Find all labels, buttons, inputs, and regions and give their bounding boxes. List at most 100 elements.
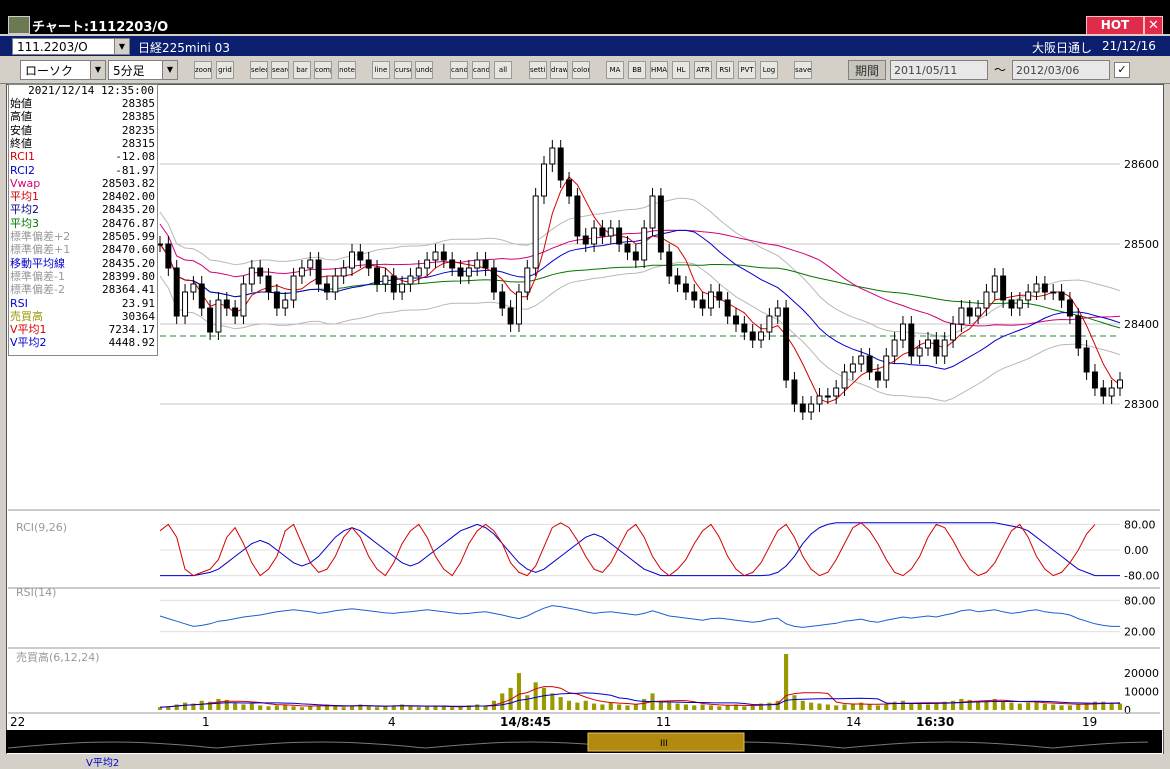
candle-body [849,363,856,373]
candle-body [1075,315,1082,349]
candle-body [716,291,723,301]
volume-bar [925,704,931,710]
volume-bar [834,705,839,710]
info-timestamp: 2021/12/14 12:35:00 [28,84,154,97]
candle-body [816,395,823,405]
volume-bar [308,706,313,710]
volume-bar [1084,702,1089,710]
info-value: 28399.80 [102,269,155,283]
candle-body [682,283,689,293]
info-label: 標準偏差-1 [10,269,65,283]
candle-body [298,267,305,277]
price-tick-label: 28600 [1124,158,1159,171]
ohlc-info-panel: 2021/12/14 12:35:00 始値 28385 高値 28385 安値 2823… [8,84,158,356]
rsi-tick-label: 20.00 [1124,626,1156,639]
volume-bar [633,704,638,710]
volume-bar [784,654,789,710]
candle-body [182,291,189,317]
time-tick-label: 4 [388,715,396,729]
volume-bar [475,704,480,710]
volume-bar [441,706,446,710]
info-label: 平均1 [10,190,39,204]
candle-body [1008,299,1015,309]
info-row: 始値 28385 [10,97,155,110]
info-value: 28435.20 [102,203,155,217]
volume-bar [450,707,455,710]
time-tick-label: 1 [202,715,210,729]
volume-bar [1059,705,1064,710]
overview-handle-grip: III [660,739,668,749]
info-label: RCI1 [10,150,36,164]
candle-body [1066,299,1073,317]
volume-bar [867,704,872,710]
volume-bar [383,706,388,710]
info-value: 23.91 [121,296,155,310]
info-label: 始値 [10,97,32,110]
volume-bar [1009,702,1014,710]
candle-body [1100,387,1107,397]
candle-body [265,275,272,293]
candle-body [582,235,589,245]
candle-body [891,339,898,357]
candle-body [541,163,547,197]
candle-body [941,339,948,357]
info-row: 平均2 28435.20 [10,203,155,216]
volume-bar [525,695,530,710]
candle-body [374,267,381,285]
info-value: 7234.17 [108,323,155,337]
volume-bar [416,707,421,710]
candle-body [440,251,447,261]
volume-bar [608,702,613,710]
candle-body [349,251,355,269]
candle-body [257,267,264,277]
candle-body [733,315,739,325]
info-value: 28385 [121,97,155,110]
candle-body [1025,291,1032,301]
volume-bar [817,703,822,710]
volume-bar [1026,702,1031,710]
volume-bar [583,700,588,710]
info-row: V平均1 7234.17 [10,323,155,336]
volume-bar [700,704,705,710]
candle-body [332,275,339,293]
volume-bar [258,705,263,710]
rci-tick-label: 0.00 [1124,544,1149,557]
info-label: V平均1 [10,323,47,337]
volume-bar [575,702,580,710]
chart-canvas[interactable]: 28600 28500 28400 28300 RCI(9,26) 80.00 0.00 -8… [0,0,1170,767]
volume-ma2-line [159,692,1120,708]
candle-body [1117,379,1123,389]
volume-bar [1067,705,1072,710]
volume-bar [333,706,338,710]
candle-body [791,379,798,405]
info-label: 安値 [10,123,32,137]
candle-body [1016,299,1023,309]
info-value: -12.08 [115,150,155,164]
info-row: 平均3 28476.87 [10,217,155,230]
volume-bar [825,704,830,710]
candle-body [766,315,773,333]
candle-body [858,355,865,365]
candle-body [315,259,322,285]
info-value: 28503.82 [102,176,155,190]
candle-body [198,283,205,309]
volume-bar [274,705,279,710]
volume-tick-label: 0 [1124,704,1131,717]
volume-bar [1042,703,1047,710]
info-row: 標準偏差+1 28470.60 [10,243,155,256]
info-row: 平均1 28402.00 [10,190,155,203]
volume-bar [425,706,430,710]
candle-body [273,291,280,309]
info-label: 高値 [10,110,32,124]
candle-body [432,251,439,261]
candle-body [1108,387,1115,397]
volume-bar [341,707,346,710]
volume-bar [917,703,922,710]
candle-body [1041,283,1048,293]
volume-bar [174,704,179,710]
volume-bar [233,702,238,710]
info-value: 28476.87 [102,216,155,230]
candle-body [323,283,330,293]
candle-body [173,267,180,317]
rsi-line [159,605,1120,628]
